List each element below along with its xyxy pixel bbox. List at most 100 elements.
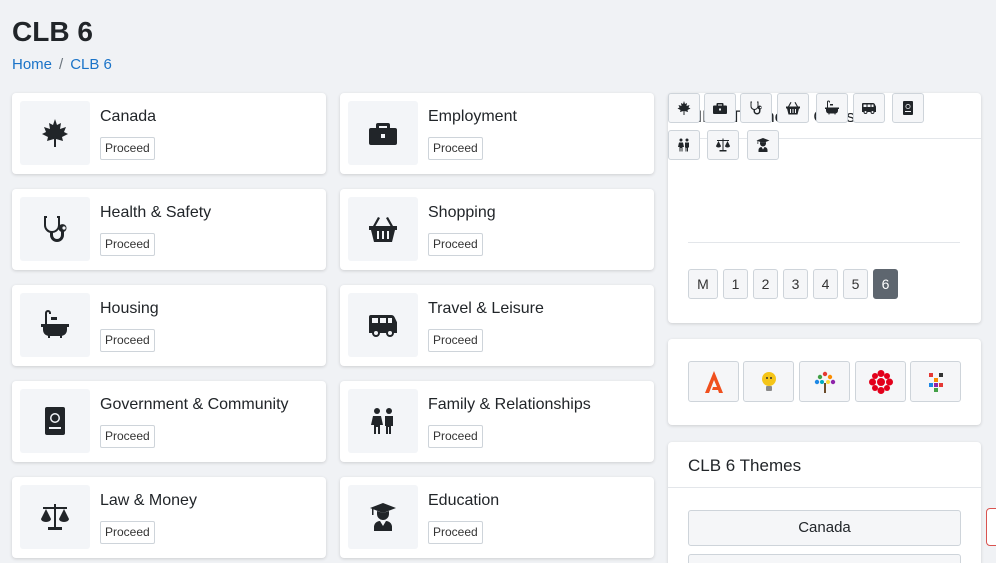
maple-leaf-icon	[677, 101, 691, 115]
proceed-button[interactable]: Proceed	[428, 233, 483, 256]
clb-level-button-5[interactable]: 5	[843, 269, 868, 299]
balance-scale-icon	[41, 504, 69, 530]
clb-level-button-2[interactable]: 2	[753, 269, 778, 299]
breadcrumb-home-link[interactable]: Home	[12, 56, 52, 73]
breadcrumb: Home / CLB 6	[12, 56, 112, 73]
theme-title: Canada	[100, 108, 157, 125]
cbc-button[interactable]	[855, 361, 906, 402]
shopping-basket-icon	[786, 102, 800, 115]
linc-theme-button-stethoscope[interactable]	[740, 93, 772, 123]
clb-level-button-4[interactable]: 4	[813, 269, 838, 299]
clb-level-button-1[interactable]: 1	[723, 269, 748, 299]
theme-icon-box	[20, 197, 90, 261]
theme-icon-box	[348, 101, 418, 165]
theme-title: Family & Relationships	[428, 396, 591, 413]
passport-icon	[903, 101, 913, 115]
theme-icon-box	[20, 485, 90, 549]
theme-title: Health & Safety	[100, 204, 212, 221]
clb-themes-panel: CLB 6 Themes Canada	[668, 442, 981, 563]
theme-title: Education	[428, 492, 500, 509]
maple-leaf-icon	[42, 119, 68, 147]
proceed-button[interactable]: Proceed	[100, 521, 155, 544]
a-logo-button[interactable]	[688, 361, 739, 402]
theme-title: Travel & Leisure	[428, 300, 544, 317]
shopping-basket-icon	[369, 217, 397, 242]
theme-card-education[interactable]: Education Proceed	[340, 477, 654, 558]
proceed-button[interactable]: Proceed	[428, 137, 483, 160]
van-icon	[369, 314, 397, 337]
linc-theme-button-bath[interactable]	[816, 93, 848, 123]
theme-icon-box	[20, 293, 90, 357]
theme-title: Employment	[428, 108, 517, 125]
graduate-icon	[370, 503, 396, 531]
linc-theme-button-maple-leaf[interactable]	[668, 93, 700, 123]
proceed-button[interactable]: Proceed	[428, 425, 483, 448]
tree-logo-button[interactable]	[799, 361, 850, 402]
briefcase-icon	[369, 123, 397, 145]
theme-icon-box	[348, 293, 418, 357]
theme-icon-box	[348, 485, 418, 549]
theme-card-employment[interactable]: Employment Proceed	[340, 93, 654, 174]
breadcrumb-separator: /	[59, 56, 64, 73]
clb-theme-next-button[interactable]	[688, 554, 961, 563]
page-title: CLB 6	[12, 16, 93, 47]
stethoscope-icon	[43, 216, 67, 242]
proceed-button[interactable]: Proceed	[100, 329, 155, 352]
family-icon	[371, 408, 393, 434]
theme-title: Shopping	[428, 204, 496, 221]
tree-logo-icon	[814, 371, 835, 393]
van-icon	[862, 102, 876, 114]
theme-card-law-money[interactable]: Law & Money Proceed	[12, 477, 326, 558]
pixel-logo-icon	[928, 372, 943, 392]
proceed-button[interactable]: Proceed	[100, 137, 155, 160]
theme-icon-box	[20, 389, 90, 453]
linc-theme-button-graduate[interactable]	[747, 130, 779, 160]
clb-theme-canada-button[interactable]: Canada	[688, 510, 961, 546]
theme-card-health-safety[interactable]: Health & Safety Proceed	[12, 189, 326, 270]
breadcrumb-current[interactable]: CLB 6	[70, 56, 112, 73]
bath-icon	[41, 310, 69, 338]
proceed-button[interactable]: Proceed	[100, 425, 155, 448]
passport-icon	[45, 407, 65, 435]
cbc-gem-icon	[868, 369, 893, 394]
theme-card-government-community[interactable]: Government & Community Proceed	[12, 381, 326, 462]
proceed-button[interactable]: Proceed	[428, 329, 483, 352]
theme-card-canada[interactable]: Canada Proceed	[12, 93, 326, 174]
clb-level-button-3[interactable]: 3	[783, 269, 808, 299]
theme-icon-box	[20, 101, 90, 165]
stethoscope-icon	[750, 101, 762, 115]
bath-icon	[825, 100, 839, 115]
theme-card-travel-leisure[interactable]: Travel & Leisure Proceed	[340, 285, 654, 366]
balance-scale-icon	[716, 138, 730, 152]
linc-theme-button-shopping-basket[interactable]	[777, 93, 809, 123]
proceed-button[interactable]: Proceed	[428, 521, 483, 544]
briefcase-icon	[713, 103, 727, 114]
linc-theme-button-briefcase[interactable]	[704, 93, 736, 123]
linc-theme-button-family[interactable]	[668, 130, 700, 160]
resources-panel	[668, 339, 981, 425]
theme-icon-box	[348, 389, 418, 453]
theme-icon-box	[348, 197, 418, 261]
theme-card-family-relationships[interactable]: Family & Relationships Proceed	[340, 381, 654, 462]
theme-title: Housing	[100, 300, 159, 317]
linc-theme-button-van[interactable]	[853, 93, 885, 123]
theme-title: Law & Money	[100, 492, 197, 509]
lightbulb-button[interactable]	[743, 361, 794, 402]
family-icon	[678, 138, 689, 152]
theme-card-housing[interactable]: Housing Proceed	[12, 285, 326, 366]
theme-title: Government & Community	[100, 396, 289, 413]
panel-divider	[688, 242, 960, 243]
theme-card-shopping[interactable]: Shopping Proceed	[340, 189, 654, 270]
lightbulb-icon	[761, 371, 776, 391]
edge-button[interactable]	[986, 508, 996, 546]
a-logo-icon	[704, 370, 723, 393]
linc-theme-button-balance-scale[interactable]	[707, 130, 739, 160]
linc-themes-panel: LINC Themes & CLBs M123456	[668, 93, 981, 323]
proceed-button[interactable]: Proceed	[100, 233, 155, 256]
clb-level-button-6[interactable]: 6	[873, 269, 898, 299]
graduate-icon	[756, 138, 770, 152]
pixel-logo-button[interactable]	[910, 361, 961, 402]
linc-theme-button-passport[interactable]	[892, 93, 924, 123]
clb-level-button-m[interactable]: M	[688, 269, 718, 299]
clb-themes-title: CLB 6 Themes	[668, 442, 981, 488]
